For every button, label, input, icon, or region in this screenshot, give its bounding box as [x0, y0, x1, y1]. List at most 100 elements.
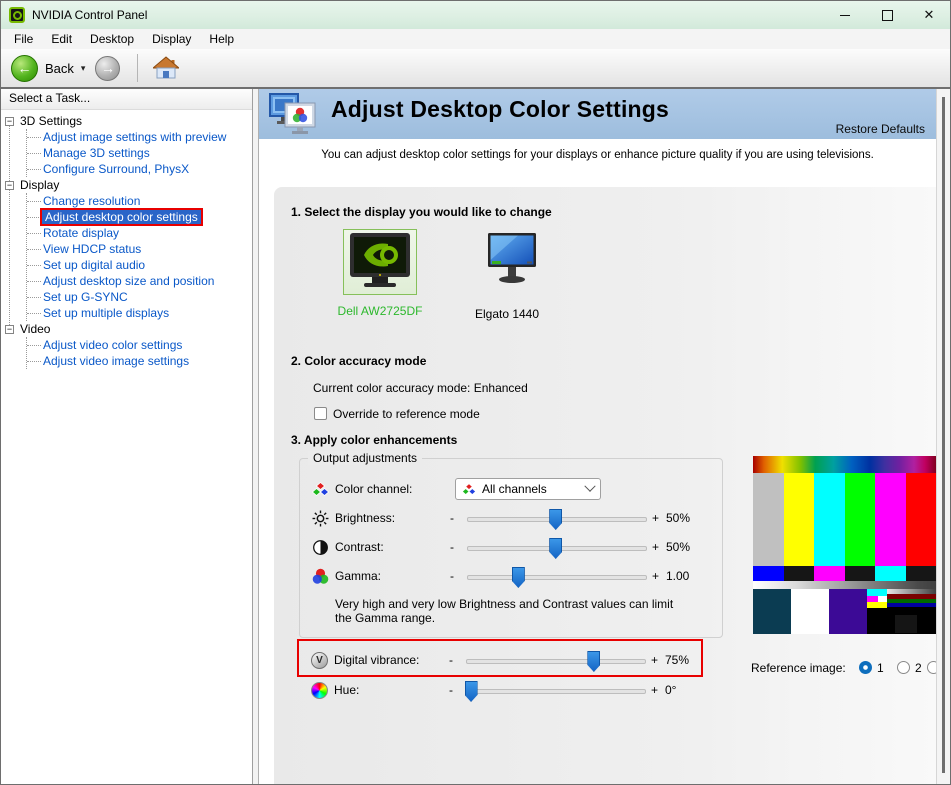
menu-file[interactable]: File — [5, 29, 42, 49]
chevron-down-icon — [584, 480, 596, 492]
back-history-chevron-icon[interactable]: ▾ — [81, 63, 86, 74]
restore-defaults-button[interactable]: Restore Defaults — [836, 122, 925, 136]
tree-children-display: Change resolution Adjust desktop color s… — [26, 193, 252, 321]
brightness-icon — [312, 510, 329, 527]
sidebar-item-adjust-image-settings[interactable]: Adjust image settings with preview — [43, 130, 226, 144]
tree-group-3d-settings[interactable]: − 3D Settings — [1, 113, 252, 129]
expander-icon[interactable]: − — [5, 324, 14, 334]
pluge-inphase-block — [753, 589, 791, 634]
reference-image-radio-1-label[interactable]: 1 — [877, 661, 884, 675]
section1-heading: 1. Select the display you would like to … — [291, 205, 552, 219]
color-bar — [814, 566, 845, 581]
contrast-row: Contrast: - + 50% — [300, 538, 722, 559]
color-bar — [783, 566, 814, 581]
gamma-value: 1.00 — [666, 569, 690, 583]
window-title: NVIDIA Control Panel — [32, 8, 148, 22]
digital-vibrance-slider-thumb[interactable] — [587, 651, 601, 672]
back-button[interactable]: ← — [11, 54, 38, 82]
vertical-scrollbar[interactable] — [936, 89, 950, 784]
gamma-slider-track[interactable] — [467, 567, 647, 588]
pluge-detail-block — [867, 589, 936, 634]
color-channel-select[interactable]: All channels — [455, 478, 601, 500]
brightness-label: Brightness: — [335, 511, 396, 525]
minimize-button[interactable] — [824, 1, 866, 29]
display-label-dell[interactable]: Dell AW2725DF — [314, 304, 446, 318]
menu-display[interactable]: Display — [143, 29, 200, 49]
sidebar-item-set-up-digital-audio[interactable]: Set up digital audio — [43, 258, 145, 272]
reference-image-label: Reference image: — [751, 661, 846, 675]
tree-group-label[interactable]: Video — [20, 322, 50, 336]
contrast-slider-track[interactable] — [467, 538, 647, 559]
override-reference-mode-checkbox[interactable] — [314, 407, 327, 420]
scrollbar-thumb[interactable] — [942, 97, 945, 773]
brightness-slider-track[interactable] — [467, 509, 647, 530]
sidebar-item-manage-3d-settings[interactable]: Manage 3D settings — [43, 146, 150, 160]
home-roof — [153, 56, 180, 69]
override-reference-mode-label[interactable]: Override to reference mode — [333, 407, 480, 421]
tree-group-label[interactable]: Display — [20, 178, 59, 192]
menu-desktop[interactable]: Desktop — [81, 29, 143, 49]
hue-slider-thumb[interactable] — [464, 681, 478, 702]
back-button-label[interactable]: Back — [45, 61, 74, 76]
color-channel-row: Color channel: All channels — [300, 478, 722, 501]
sidebar-item-adjust-desktop-size[interactable]: Adjust desktop size and position — [43, 274, 214, 288]
home-door — [163, 71, 170, 78]
sidebar-item-view-hdcp-status[interactable]: View HDCP status — [43, 242, 141, 256]
reference-image-radio-1[interactable] — [859, 661, 872, 674]
sidebar-item-set-up-multiple-displays[interactable]: Set up multiple displays — [43, 306, 169, 320]
brightness-value: 50% — [666, 511, 691, 525]
display-option-dell[interactable] — [343, 229, 417, 295]
tree-group-video[interactable]: − Video — [1, 321, 252, 337]
color-bar — [905, 473, 936, 566]
gamma-slider-thumb[interactable] — [511, 567, 525, 588]
sidebar-item-set-up-gsync[interactable]: Set up G-SYNC — [43, 290, 128, 304]
tree-group-label[interactable]: 3D Settings — [20, 114, 82, 128]
pluge-white-block — [791, 589, 829, 634]
sidebar-item-adjust-desktop-color-settings[interactable]: Adjust desktop color settings — [40, 208, 203, 226]
maximize-button[interactable] — [866, 1, 908, 29]
contrast-slider-thumb[interactable] — [549, 538, 563, 559]
sidebar-item-rotate-display[interactable]: Rotate display — [43, 226, 119, 240]
color-channel-value: All channels — [482, 482, 547, 496]
sidebar-item-configure-surround-physx[interactable]: Configure Surround, PhysX — [43, 162, 189, 176]
smpte-castellation — [753, 566, 936, 581]
brightness-slider-thumb[interactable] — [549, 509, 563, 530]
hue-value: 0° — [665, 683, 677, 697]
expander-icon[interactable]: − — [5, 116, 14, 126]
reference-image-radio-2[interactable] — [897, 661, 910, 674]
reference-image-radio-3[interactable] — [927, 661, 936, 674]
reference-gray-ramp — [753, 581, 936, 589]
display-option-elgato[interactable] — [488, 233, 536, 288]
digital-vibrance-icon: V — [311, 652, 328, 669]
reference-image-radio-2-label[interactable]: 2 — [915, 661, 922, 675]
color-bar — [875, 473, 906, 566]
digital-vibrance-slider-track[interactable] — [466, 651, 646, 672]
hue-icon — [311, 682, 328, 699]
close-button[interactable]: ✕ — [908, 1, 950, 29]
home-button[interactable] — [153, 56, 180, 80]
pluge-quadrature-block — [829, 589, 867, 634]
sidebar-item-adjust-video-color-settings[interactable]: Adjust video color settings — [43, 338, 182, 352]
current-color-accuracy-mode-text: Current color accuracy mode: Enhanced — [313, 381, 528, 395]
elgato-monitor-icon — [488, 233, 536, 283]
sidebar-item-change-resolution[interactable]: Change resolution — [43, 194, 140, 208]
page-subtitle: You can adjust desktop color settings fo… — [321, 149, 874, 161]
tree-group-display[interactable]: − Display — [1, 177, 252, 193]
display-label-elgato[interactable]: Elgato 1440 — [442, 307, 572, 321]
menu-help[interactable]: Help — [200, 29, 243, 49]
menu-edit[interactable]: Edit — [42, 29, 81, 49]
color-bar — [875, 566, 906, 581]
contrast-value: 50% — [666, 540, 691, 554]
toolbar: ← Back ▾ → — [1, 49, 950, 89]
nvidia-control-panel-window: NVIDIA Control Panel ✕ File Edit Desktop… — [0, 0, 951, 785]
nvidia-app-icon — [9, 7, 25, 23]
output-adjustments-legend: Output adjustments — [308, 451, 423, 465]
contrast-minus-label: - — [450, 540, 454, 554]
forward-button[interactable]: → — [95, 55, 121, 81]
gamma-row: Gamma: - + 1.00 — [300, 567, 722, 588]
gamma-label: Gamma: — [335, 569, 382, 583]
sidebar-item-adjust-video-image-settings[interactable]: Adjust video image settings — [43, 354, 189, 368]
hue-slider-track[interactable] — [464, 681, 646, 702]
gamma-plus-label: + — [652, 569, 660, 583]
expander-icon[interactable]: − — [5, 180, 14, 190]
